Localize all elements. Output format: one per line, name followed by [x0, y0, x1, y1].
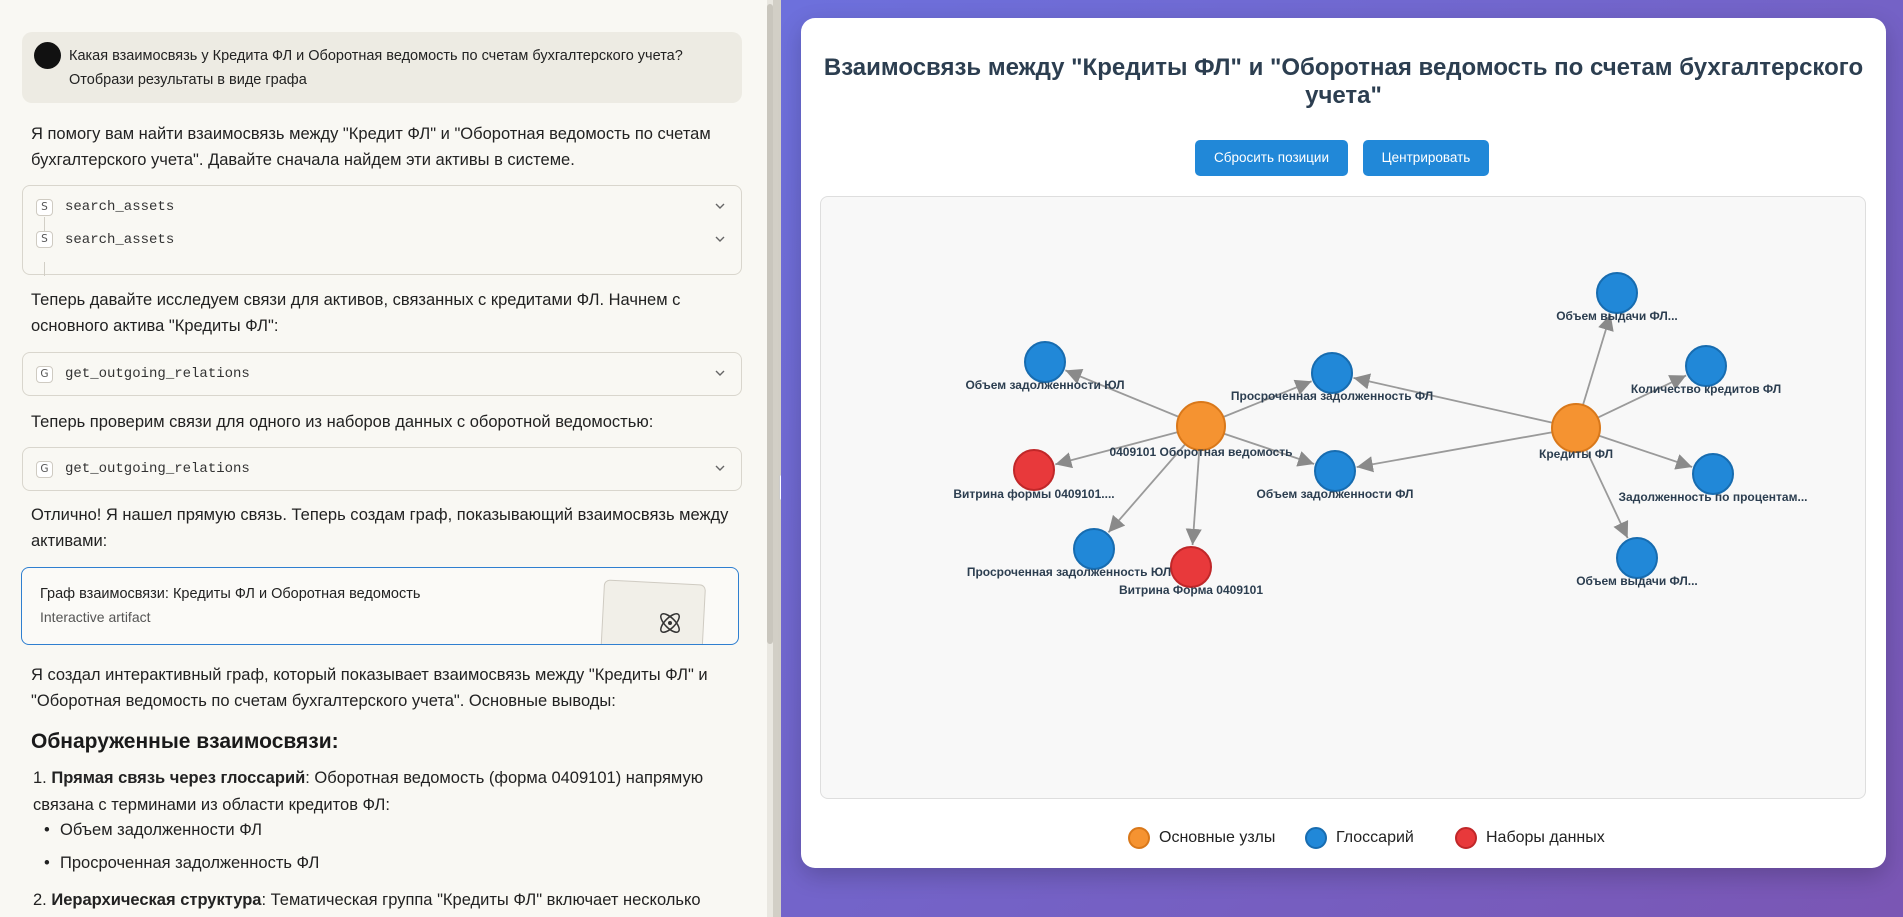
graph-node-label: Витрина формы 0409101....	[953, 487, 1114, 501]
chevron-down-icon[interactable]	[713, 366, 727, 380]
graph-edge-obor-vitr2	[1185, 449, 1202, 546]
chevron-down-icon[interactable]	[713, 232, 727, 246]
artifact-subtitle: Interactive artifact	[40, 609, 151, 625]
tool-name: search_assets	[65, 232, 175, 248]
assistant-text-1: Я помогу вам найти взаимосвязь между "Кр…	[31, 125, 711, 169]
center-button[interactable]: Центрировать	[1363, 140, 1489, 176]
graph-node-kred[interactable]	[1551, 403, 1601, 453]
tool-call-get-outgoing-relations-1[interactable]: G get_outgoing_relations	[22, 352, 742, 396]
graph-canvas[interactable]: 0409101 Оборотная ведомость Кредиты ФЛ Объ…	[820, 196, 1866, 799]
graph-node-przfl[interactable]	[1311, 352, 1353, 394]
legend-dot-icon	[1128, 827, 1150, 849]
graph-node-vitr1[interactable]	[1013, 449, 1055, 491]
graph-node-obor[interactable]	[1176, 401, 1226, 451]
graph-node-label: Задолженность по процентам...	[1619, 490, 1808, 504]
tool-call-search-assets-1[interactable]: S search_assets	[23, 186, 741, 229]
graph-node-label: Просроченная задолженность ЮЛ	[967, 565, 1171, 579]
user-message: Какая взаимосвязь у Кредита ФЛ и Оборотн…	[22, 32, 742, 103]
user-message-text: Какая взаимосвязь у Кредита ФЛ и Оборотн…	[69, 48, 683, 88]
graph-node-label: Объем выдачи ФЛ...	[1576, 574, 1698, 588]
list-item: 1. Прямая связь через глоссарий: Оборотн…	[33, 769, 704, 814]
list-item: Объем задолженности ФЛ	[44, 821, 262, 840]
graph-legend: Основные узлы Глоссарий Наборы данных	[801, 824, 1886, 852]
tool-call-get-outgoing-relations-2[interactable]: G get_outgoing_relations	[22, 447, 742, 491]
graph-node-label: Объем задолженности ЮЛ	[965, 378, 1124, 392]
graph-edge-kred-ovfl1	[1582, 313, 1614, 406]
relationship-graph[interactable]: 0409101 Оборотная ведомость Кредиты ФЛ Объ…	[821, 197, 1867, 800]
graph-node-label: Кредиты ФЛ	[1539, 447, 1613, 461]
graph-node-ozfl[interactable]	[1314, 450, 1356, 492]
assistant-text-5: Я создал интерактивный граф, который пок…	[31, 666, 708, 710]
tool-badge-icon: S	[36, 199, 53, 216]
chevron-down-icon[interactable]	[713, 199, 727, 213]
tool-call-search-assets-2[interactable]: S search_assets	[23, 229, 741, 272]
graph-node-label: 0409101 Оборотная ведомость	[1109, 445, 1292, 459]
tool-connector-line	[44, 262, 45, 276]
tool-name: get_outgoing_relations	[65, 366, 250, 382]
tool-group-search: S search_assets S search_assets	[22, 185, 742, 276]
assistant-text-4: Отлично! Я нашел прямую связь. Теперь со…	[31, 506, 729, 550]
user-avatar	[34, 42, 61, 69]
chat-panel[interactable]: Какая взаимосвязь у Кредита ФЛ и Оборотн…	[0, 0, 773, 917]
graph-card: Взаимосвязь между "Кредиты ФЛ" и "Оборот…	[801, 18, 1886, 868]
graph-node-label: Объем задолженности ФЛ	[1257, 487, 1414, 501]
tool-name: get_outgoing_relations	[65, 461, 250, 477]
graph-node-zadpr[interactable]	[1692, 453, 1734, 495]
list-item: 2. Иерархическая структура: Тематическая…	[33, 891, 701, 909]
legend-dot-icon	[1305, 827, 1327, 849]
graph-node-label: Количество кредитов ФЛ	[1631, 382, 1781, 396]
tool-badge-icon: G	[36, 461, 53, 478]
tool-badge-icon: S	[36, 231, 53, 248]
assistant-text-2: Теперь давайте исследуем связи для актив…	[31, 291, 681, 335]
artifact-thumbnail	[599, 579, 707, 644]
graph-node-label: Просроченная задолженность ФЛ	[1231, 389, 1433, 403]
graph-title: Взаимосвязь между "Кредиты ФЛ" и "Оборот…	[823, 54, 1864, 109]
list-item: Просроченная задолженность ФЛ	[44, 854, 319, 873]
artifact-title: Граф взаимосвязи: Кредиты ФЛ и Оборотная…	[40, 586, 421, 602]
artifact-card[interactable]: Граф взаимосвязи: Кредиты ФЛ и Оборотная…	[21, 567, 739, 645]
graph-node-ovfl2[interactable]	[1616, 537, 1658, 579]
graph-node-label: Объем выдачи ФЛ...	[1556, 309, 1678, 323]
findings-heading: Обнаруженные взаимосвязи:	[31, 730, 339, 753]
reset-positions-button[interactable]: Сбросить позиции	[1195, 140, 1348, 176]
graph-node-przul[interactable]	[1073, 528, 1115, 570]
graph-node-ozul[interactable]	[1024, 341, 1066, 383]
graph-node-vitr2[interactable]	[1170, 546, 1212, 588]
tool-name: search_assets	[65, 199, 175, 215]
graph-node-ovfl1[interactable]	[1596, 272, 1638, 314]
chevron-down-icon[interactable]	[713, 461, 727, 475]
pane-splitter[interactable]	[773, 0, 781, 917]
artifact-viewer: Взаимосвязь между "Кредиты ФЛ" и "Оборот…	[781, 0, 1903, 917]
graph-node-label: Витрина Форма 0409101	[1119, 583, 1263, 597]
atom-icon	[660, 613, 680, 633]
graph-node-kolkr[interactable]	[1685, 345, 1727, 387]
graph-edge-kred-ozfl	[1356, 431, 1553, 473]
assistant-text-3: Теперь проверим связи для одного из набо…	[31, 413, 654, 431]
legend-dot-icon	[1455, 827, 1477, 849]
tool-badge-icon: G	[36, 366, 53, 383]
